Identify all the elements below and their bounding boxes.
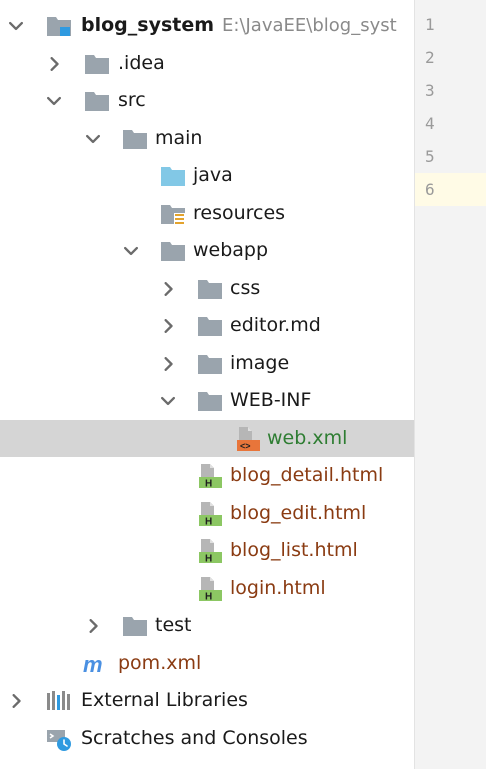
chevron-right-icon[interactable]: [159, 307, 177, 344]
project-path: E:\JavaEE\blog_syst: [222, 15, 397, 36]
html-file-icon: [196, 463, 224, 489]
tree-node-blog-edit[interactable]: blog_edit.html: [0, 495, 414, 532]
chevron-down-icon[interactable]: [45, 82, 63, 119]
tree-node-label: pom.xml: [118, 652, 202, 674]
tree-node-label: image: [230, 352, 290, 374]
line-number: 1: [425, 15, 435, 34]
tree-node-image[interactable]: image: [0, 345, 414, 382]
maven-icon: [83, 651, 111, 677]
project-folder-icon: [45, 13, 73, 39]
tree-node-resources[interactable]: resources: [0, 195, 414, 232]
html-file-icon: [196, 538, 224, 564]
tree-node-label: java: [193, 164, 233, 186]
tree-node-css[interactable]: css: [0, 270, 414, 307]
tree-node-label: blog_detail.html: [230, 464, 384, 486]
tree-node-main[interactable]: main: [0, 120, 414, 157]
tree-node-pom-xml[interactable]: pom.xml: [0, 645, 414, 682]
tree-node-label: main: [155, 127, 203, 149]
tree-node-label: Scratches and Consoles: [81, 727, 308, 749]
tree-node-label: test: [155, 614, 192, 636]
tree-node-label: resources: [193, 202, 286, 224]
folder-icon: [121, 613, 149, 639]
tree-node-webapp[interactable]: webapp: [0, 232, 414, 269]
chevron-right-icon[interactable]: [45, 45, 63, 82]
line-number: 2: [425, 48, 435, 67]
tree-node-src[interactable]: src: [0, 82, 414, 119]
tree-node-java[interactable]: java: [0, 157, 414, 194]
tree-node-label: web.xml: [267, 427, 348, 449]
tree-node-blog-detail[interactable]: blog_detail.html: [0, 457, 414, 494]
folder-icon: [196, 313, 224, 339]
scratches-icon: [45, 726, 73, 752]
tree-node-external-libraries[interactable]: External Libraries: [0, 682, 414, 719]
tree-node-web-xml[interactable]: web.xml: [0, 420, 414, 457]
tree-node-label: css: [230, 277, 261, 299]
tree-node-test[interactable]: test: [0, 607, 414, 644]
line-number: 5: [425, 147, 435, 166]
resources-folder-icon: [159, 201, 187, 227]
tree-node-web-inf[interactable]: WEB-INF: [0, 382, 414, 419]
chevron-right-icon[interactable]: [159, 345, 177, 382]
chevron-down-icon[interactable]: [159, 382, 177, 419]
tree-node-label: .idea: [118, 52, 165, 74]
chevron-down-icon[interactable]: [122, 232, 140, 269]
line-number: 3: [425, 81, 435, 100]
libraries-icon: [45, 688, 73, 714]
tree-node-editor-md[interactable]: editor.md: [0, 307, 414, 344]
folder-icon: [159, 238, 187, 264]
chevron-down-icon[interactable]: [7, 7, 25, 44]
tree-node-blog-system[interactable]: blog_system E:\JavaEE\blog_syst: [0, 7, 414, 44]
folder-icon: [196, 351, 224, 377]
editor-gutter: 1 2 3 4 5 6: [414, 0, 486, 769]
folder-icon: [196, 388, 224, 414]
tree-node-label: editor.md: [230, 314, 321, 336]
tree-node-label: webapp: [193, 239, 269, 261]
xml-file-icon: [234, 426, 262, 452]
line-number: 4: [425, 114, 435, 133]
chevron-right-icon[interactable]: [7, 682, 25, 719]
project-tree: blog_system E:\JavaEE\blog_syst .idea sr…: [0, 0, 414, 769]
folder-icon: [196, 276, 224, 302]
tree-node-label: blog_list.html: [230, 539, 358, 561]
tree-node-label: src: [118, 89, 146, 111]
tree-node-login[interactable]: login.html: [0, 570, 414, 607]
line-number-current: 6: [415, 173, 486, 206]
tree-node-label: blog_edit.html: [230, 502, 367, 524]
tree-node-label: External Libraries: [81, 689, 248, 711]
tree-node-label: login.html: [230, 577, 326, 599]
tree-node-scratches[interactable]: Scratches and Consoles: [0, 720, 414, 757]
chevron-right-icon[interactable]: [159, 270, 177, 307]
tree-node-idea[interactable]: .idea: [0, 45, 414, 82]
project-name: blog_system: [81, 14, 215, 36]
tree-node-blog-list[interactable]: blog_list.html: [0, 532, 414, 569]
chevron-down-icon[interactable]: [84, 120, 102, 157]
html-file-icon: [196, 501, 224, 527]
folder-icon: [83, 88, 111, 114]
tree-node-label: WEB-INF: [230, 389, 312, 411]
html-file-icon: [196, 576, 224, 602]
folder-icon: [121, 126, 149, 152]
folder-icon: [83, 51, 111, 77]
chevron-right-icon[interactable]: [84, 607, 102, 644]
source-folder-icon: [159, 163, 187, 189]
